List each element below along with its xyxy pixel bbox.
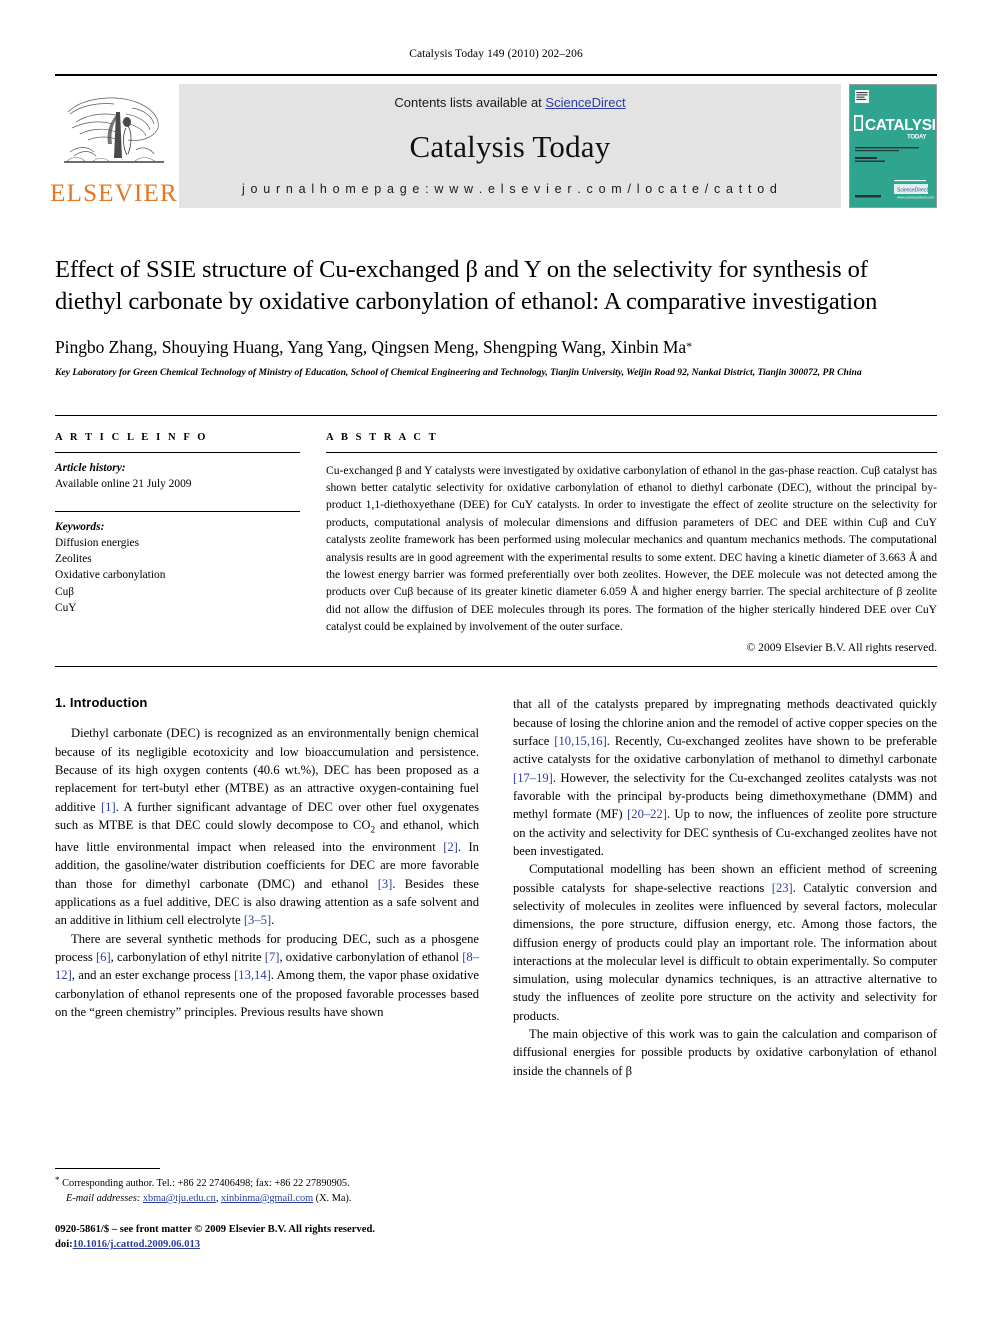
journal-homepage-line[interactable]: j o u r n a l h o m e p a g e : w w w . … <box>242 182 778 196</box>
body-columns: 1. Introduction Diethyl carbonate (DEC) … <box>55 695 937 1080</box>
doi-link[interactable]: 10.1016/j.cattod.2009.06.013 <box>73 1239 200 1250</box>
article-history-value: Available online 21 July 2009 <box>55 477 192 490</box>
paragraph: Diethyl carbonate (DEC) is recognized as… <box>55 726 479 928</box>
footnote-rule <box>55 1168 160 1169</box>
info-abstract-region: A R T I C L E I N F O Article history: A… <box>55 414 937 655</box>
author-names: Pingbo Zhang, Shouying Huang, Yang Yang,… <box>55 336 687 357</box>
paragraph: The main objective of this work was to g… <box>513 1027 937 1078</box>
abstract-heading: A B S T R A C T <box>326 431 439 443</box>
author-list: Pingbo Zhang, Shouying Huang, Yang Yang,… <box>55 337 937 358</box>
keyword-item: Cuβ <box>55 585 75 598</box>
journal-cover-thumbnail: CATALYSIS TODAY ScienceDirect www.sc <box>849 84 937 208</box>
elsevier-wordmark: ELSEVIER <box>50 180 178 207</box>
svg-text:TODAY: TODAY <box>907 135 927 141</box>
affiliation: Key Laboratory for Green Chemical Techno… <box>55 366 862 378</box>
keywords-block: Keywords: Diffusion energies Zeolites Ox… <box>55 512 300 616</box>
keyword-item: CuY <box>55 601 77 614</box>
elsevier-logo: ELSEVIER <box>50 84 177 208</box>
body-column-left: 1. Introduction Diethyl carbonate (DEC) … <box>55 695 479 1080</box>
email-label: E-mail addresses: <box>66 1192 141 1204</box>
cover-artwork: CATALYSIS TODAY ScienceDirect www.sc <box>850 85 936 207</box>
elsevier-tree-icon <box>62 92 166 180</box>
svg-text:ScienceDirect: ScienceDirect <box>897 188 928 194</box>
corresponding-author-text: Corresponding author. Tel.: +86 22 27406… <box>62 1178 350 1189</box>
email-note: E-mail addresses: xbma@tju.edu.cn, xinbi… <box>55 1192 465 1207</box>
page-title: Effect of SSIE structure of Cu-exchanged… <box>55 256 878 315</box>
body-column-right: that all of the catalysts prepared by im… <box>513 695 937 1080</box>
contents-prefix: Contents lists available at <box>394 95 546 110</box>
title-block: Effect of SSIE structure of Cu-exchanged… <box>55 254 937 381</box>
asterisk-icon: * <box>55 1175 60 1185</box>
article-info-column: A R T I C L E I N F O Article history: A… <box>55 432 326 655</box>
article-page: Catalysis Today 149 (2010) 202–206 ELSEV… <box>0 0 992 1323</box>
footer-block: 0920-5861/$ – see front matter © 2009 El… <box>55 1222 485 1253</box>
journal-title: Catalysis Today <box>409 128 611 164</box>
abstract-text: Cu-exchanged β and Y catalysts were inve… <box>326 463 937 634</box>
abstract-copyright: © 2009 Elsevier B.V. All rights reserved… <box>746 641 937 655</box>
abstract-bottom-rule <box>55 666 937 668</box>
corresponding-author-marker: * <box>686 338 693 353</box>
keyword-item: Zeolites <box>55 553 92 566</box>
doi-line: doi:10.1016/j.cattod.2009.06.013 <box>55 1237 485 1252</box>
keyword-item: Diffusion energies <box>55 537 140 550</box>
abstract-column: A B S T R A C T Cu-exchanged β and Y cat… <box>326 431 937 655</box>
keyword-item: Oxidative carbonylation <box>55 569 166 582</box>
issn-copyright-line: 0920-5861/$ – see front matter © 2009 El… <box>55 1224 375 1235</box>
keywords-label: Keywords: <box>55 520 105 533</box>
paragraph: Computational modelling has been shown a… <box>513 862 938 1023</box>
running-head: Catalysis Today 149 (2010) 202–206 <box>409 48 583 60</box>
email-link-secondary[interactable]: xinbinma@gmail.com <box>221 1193 313 1204</box>
svg-text:CATALYSIS: CATALYSIS <box>865 117 936 134</box>
article-history-block: Article history: Available online 21 Jul… <box>55 453 300 492</box>
journal-masthead: ELSEVIER Contents lists available at Sci… <box>50 74 937 208</box>
paragraph: There are several synthetic methods for … <box>55 931 479 1019</box>
email-owner: (X. Ma). <box>313 1192 352 1204</box>
doi-label: doi: <box>55 1239 73 1251</box>
article-info-heading: A R T I C L E I N F O <box>55 431 209 443</box>
paragraph: that all of the catalysts prepared by im… <box>513 697 938 858</box>
masthead-center: Contents lists available at ScienceDirec… <box>179 84 841 208</box>
article-history-label: Article history: <box>55 461 126 474</box>
sciencedirect-link[interactable]: ScienceDirect <box>545 95 625 110</box>
corresponding-author-note: * Corresponding author. Tel.: +86 22 274… <box>55 1174 465 1192</box>
email-link-primary[interactable]: xbma@tju.edu.cn <box>143 1193 216 1204</box>
svg-text:www.sciencedirect.com: www.sciencedirect.com <box>897 196 934 200</box>
contents-list-line: Contents lists available at ScienceDirec… <box>394 95 625 110</box>
footnote-block: * Corresponding author. Tel.: +86 22 274… <box>55 1168 465 1207</box>
section-heading-introduction: 1. Introduction <box>55 695 148 711</box>
